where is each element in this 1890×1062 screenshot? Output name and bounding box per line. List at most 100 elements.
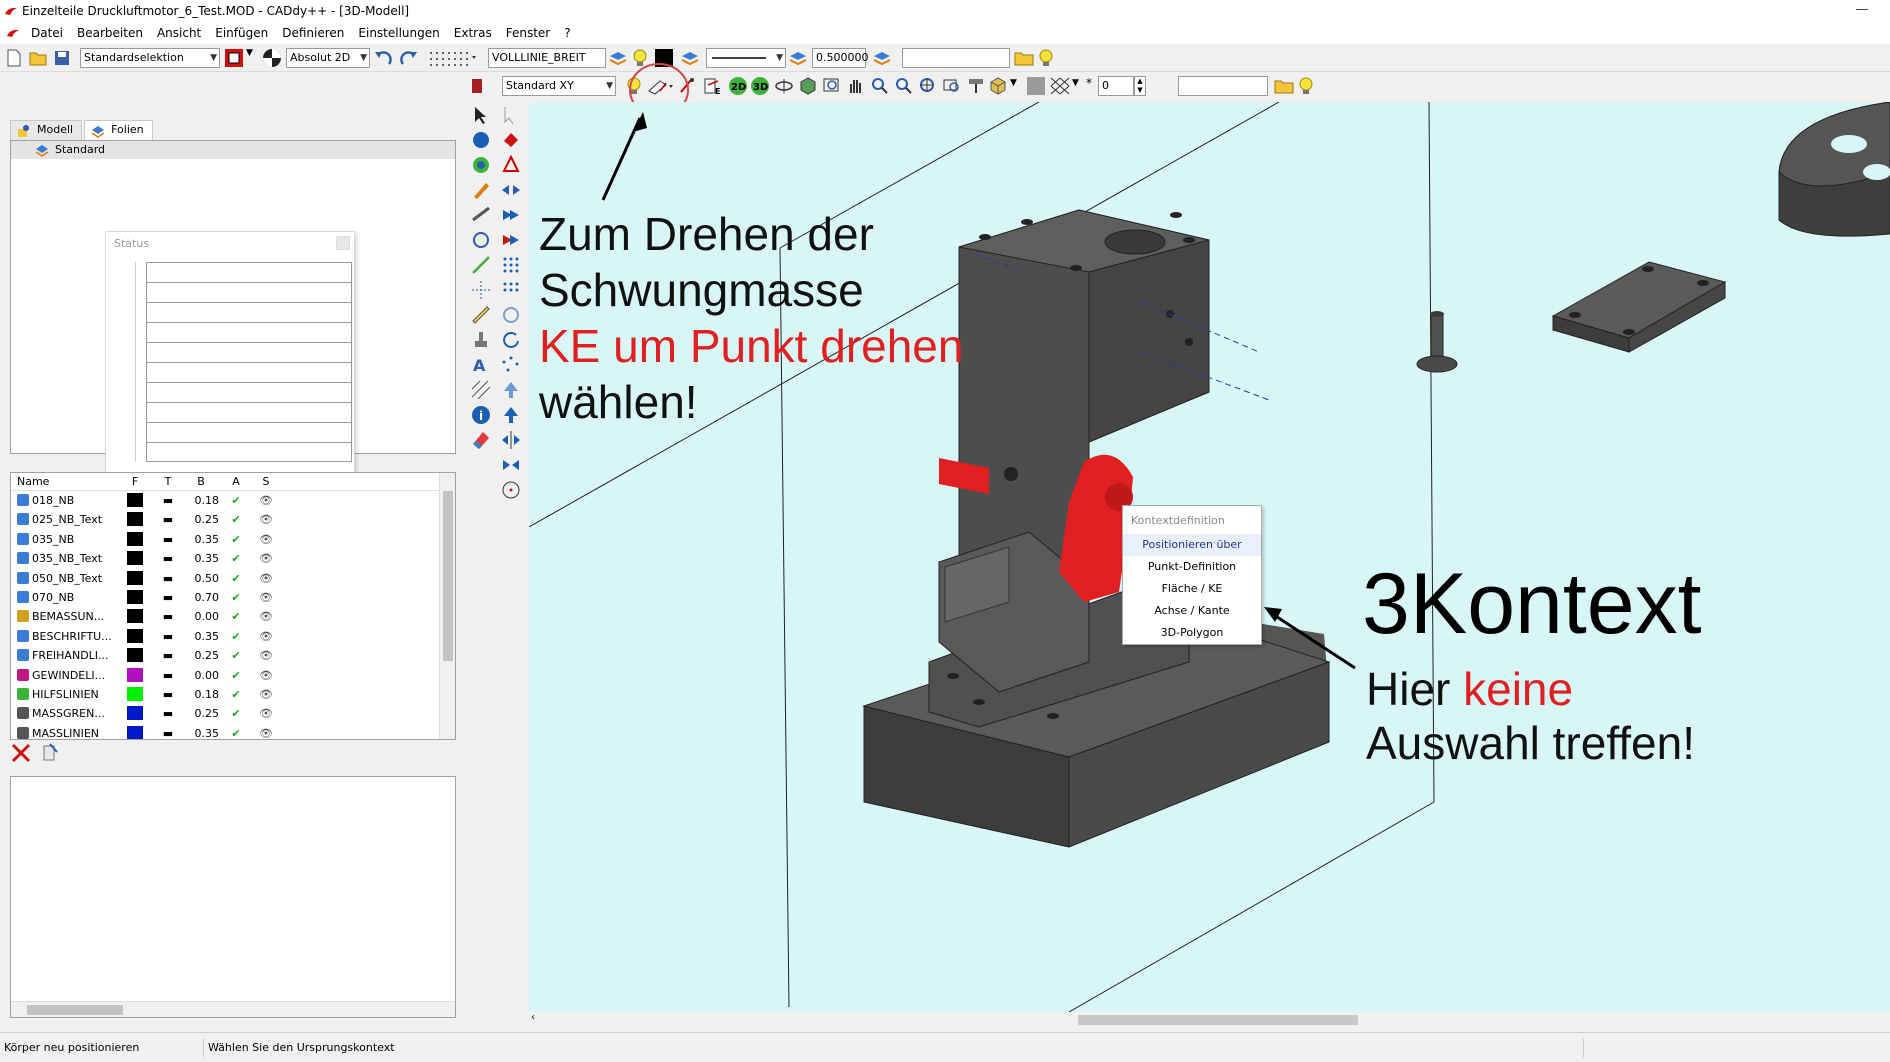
copy-move-icon[interactable]: [500, 229, 522, 251]
layer-line-type[interactable]: ▬: [153, 724, 183, 739]
layer-active-check-icon[interactable]: ✔: [221, 704, 251, 723]
zoom-in-icon[interactable]: [870, 76, 890, 96]
layer-row[interactable]: HILFSLINIEN ▬ 0.18 ✔ 👁: [11, 685, 455, 704]
layer-active-check-icon[interactable]: ✔: [221, 724, 251, 739]
layer-active-check-icon[interactable]: ✔: [221, 491, 251, 510]
select-arrow-icon[interactable]: [470, 104, 492, 126]
layer-color-swatch[interactable]: [117, 491, 153, 510]
rotate-arrow-icon[interactable]: [500, 329, 522, 351]
layer-line-type[interactable]: ▬: [153, 646, 183, 665]
layer-visible-eye-icon[interactable]: 👁: [251, 627, 281, 646]
layer-line-width[interactable]: 0.35: [183, 627, 221, 646]
layer-color-swatch[interactable]: [117, 724, 153, 739]
layer-line-width[interactable]: 0.70: [183, 588, 221, 607]
layer-line-type[interactable]: ▬: [153, 607, 183, 626]
layer-row[interactable]: FREIHANDLI... ▬ 0.25 ✔ 👁: [11, 646, 455, 665]
layer-line-width[interactable]: 0.50: [183, 569, 221, 588]
menu-extras[interactable]: Extras: [447, 26, 499, 40]
layer-row[interactable]: 035_NB_Text ▬ 0.35 ✔ 👁: [11, 549, 455, 568]
zoom-all-icon[interactable]: [918, 76, 938, 96]
folder-settings-icon[interactable]: [1014, 48, 1034, 68]
coordinate-system-icon[interactable]: [262, 48, 282, 68]
layer-row[interactable]: 050_NB_Text ▬ 0.50 ✔ 👁: [11, 569, 455, 588]
layer-color-swatch[interactable]: [117, 607, 153, 626]
redo-icon[interactable]: [398, 48, 418, 68]
layer-line-width[interactable]: 0.18: [183, 685, 221, 704]
folder-settings-icon[interactable]: [1274, 76, 1294, 96]
layer-visible-eye-icon[interactable]: 👁: [251, 549, 281, 568]
arrow-right-icon[interactable]: [500, 204, 522, 226]
line-type-select[interactable]: ▼: [706, 48, 786, 68]
layer-line-width[interactable]: 0.00: [183, 607, 221, 626]
3d-view-icon[interactable]: [798, 76, 818, 96]
revolve-icon[interactable]: [470, 154, 492, 176]
layer-line-type[interactable]: ▬: [153, 549, 183, 568]
shaded-cube-icon[interactable]: [988, 76, 1008, 96]
folie-standard-row[interactable]: Standard: [11, 141, 455, 159]
edit-ke-icon[interactable]: E: [702, 76, 722, 96]
select-view-icon[interactable]: [470, 76, 490, 96]
chevron-down-icon[interactable]: ▼: [246, 48, 253, 68]
menu-ansicht[interactable]: Ansicht: [150, 26, 208, 40]
column-header-name[interactable]: Name: [11, 473, 117, 490]
coordinate-mode-select[interactable]: Absolut 2D ▼: [286, 48, 370, 68]
orbit-icon[interactable]: [774, 76, 794, 96]
layer-line-type[interactable]: ▬: [153, 491, 183, 510]
layer-line-type[interactable]: ▬: [153, 510, 183, 529]
axis-icon[interactable]: [470, 279, 492, 301]
mode-3d-button[interactable]: 3D: [750, 76, 770, 96]
scatter-icon[interactable]: [500, 354, 522, 376]
pencil-icon[interactable]: [470, 179, 492, 201]
line-style-name-field[interactable]: VOLLLINIE_BREIT: [488, 48, 606, 68]
new-file-icon[interactable]: [4, 48, 24, 68]
minimize-button[interactable]: —: [1842, 0, 1882, 22]
rotate-copy-icon[interactable]: [500, 304, 522, 326]
context-item-3d-polygon[interactable]: 3D-Polygon: [1123, 622, 1261, 644]
layer-active-check-icon[interactable]: ✔: [221, 549, 251, 568]
zoom-out-icon[interactable]: [894, 76, 914, 96]
layer-number-field[interactable]: 0: [1098, 76, 1134, 96]
layer-active-check-icon[interactable]: ✔: [221, 646, 251, 665]
layer-line-type[interactable]: ▬: [153, 704, 183, 723]
column-header-color[interactable]: F: [117, 473, 153, 490]
layer-active-check-icon[interactable]: ✔: [221, 510, 251, 529]
gray-swatch-icon[interactable]: [1026, 76, 1046, 96]
viewport-scrollbar[interactable]: ‹: [529, 1012, 1890, 1028]
column-header-type[interactable]: T: [153, 473, 183, 490]
layer-line-type[interactable]: ▬: [153, 666, 183, 685]
layer-line-width[interactable]: 0.25: [183, 510, 221, 529]
layer-visible-eye-icon[interactable]: 👁: [251, 724, 281, 739]
properties-scrollbar[interactable]: [11, 1001, 455, 1017]
text-a-icon[interactable]: A: [470, 354, 492, 376]
open-folder-icon[interactable]: [28, 48, 48, 68]
zoom-window-icon[interactable]: [822, 76, 842, 96]
column-header-width[interactable]: B: [183, 473, 221, 490]
eraser-icon[interactable]: [470, 429, 492, 451]
move-up-filled-icon[interactable]: [500, 404, 522, 426]
layer-row[interactable]: BESCHRIFTU... ▬ 0.35 ✔ 👁: [11, 627, 455, 646]
layer-visible-eye-icon[interactable]: 👁: [251, 646, 281, 665]
join-icon[interactable]: [500, 454, 522, 476]
layer-visible-eye-icon[interactable]: 👁: [251, 569, 281, 588]
context-item-positionieren[interactable]: Positionieren über: [1123, 534, 1261, 556]
layer-stack-icon[interactable]: [608, 48, 628, 68]
layer-active-check-icon[interactable]: ✔: [221, 627, 251, 646]
layer-visible-eye-icon[interactable]: 👁: [251, 704, 281, 723]
layer-row[interactable]: GEWINDELI... ▬ 0.00 ✔ 👁: [11, 666, 455, 685]
context-item-punkt-definition[interactable]: Punkt-Definition: [1123, 556, 1261, 578]
layer-table-scrollbar[interactable]: [439, 473, 455, 739]
view-toolbar-text-field[interactable]: [1178, 76, 1268, 96]
split-icon[interactable]: [500, 429, 522, 451]
layer-visible-eye-icon[interactable]: 👁: [251, 666, 281, 685]
vertex-icon[interactable]: [500, 154, 522, 176]
layer-line-width[interactable]: 0.25: [183, 704, 221, 723]
sketch-icon[interactable]: [470, 204, 492, 226]
layer-color-swatch[interactable]: [117, 666, 153, 685]
context-item-flaeche-ke[interactable]: Fläche / KE: [1123, 578, 1261, 600]
menu-einstellungen[interactable]: Einstellungen: [351, 26, 446, 40]
mode-2d-button[interactable]: 2D: [728, 76, 748, 96]
column-header-active[interactable]: A: [221, 473, 251, 490]
view-plane-select[interactable]: Standard XY ▼: [502, 76, 616, 96]
undo-icon[interactable]: [374, 48, 394, 68]
layer-line-type[interactable]: ▬: [153, 685, 183, 704]
